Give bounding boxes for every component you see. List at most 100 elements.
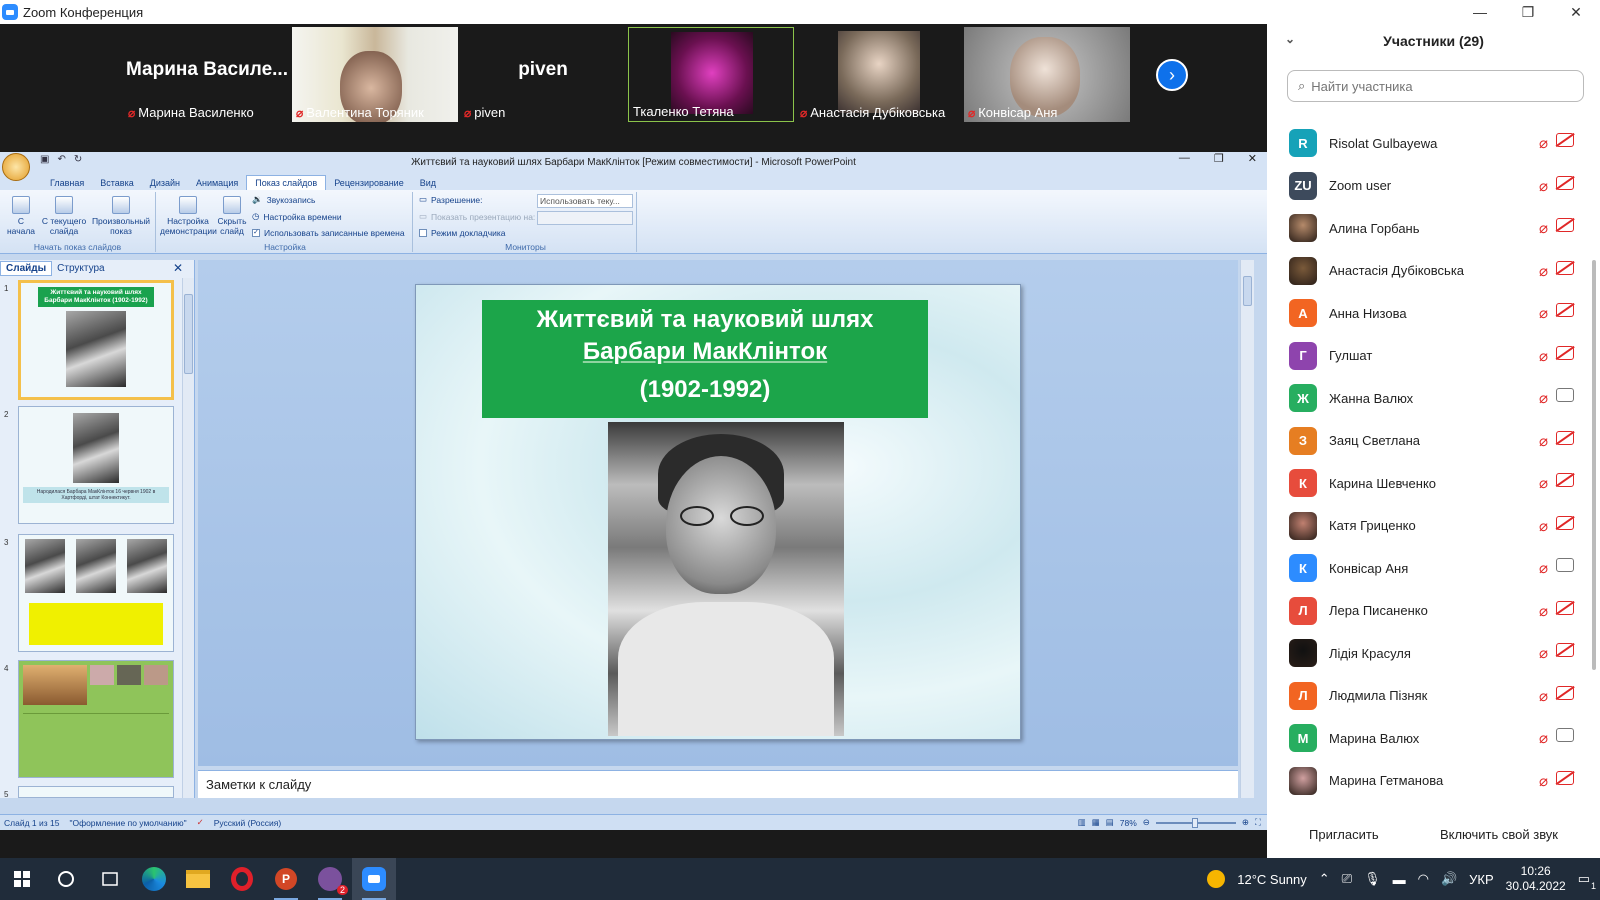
muted-mic-icon[interactable]: ⌀: [1539, 474, 1548, 492]
rehearse-timings-button[interactable]: ◷ Настройка времени: [252, 211, 342, 222]
video-tile[interactable]: piven ⌀ piven: [460, 27, 626, 122]
close-pane-icon[interactable]: ✕: [168, 260, 188, 276]
slide-portrait-photo[interactable]: [608, 422, 844, 736]
video-tile[interactable]: ⌀ Анастасія Дубіковська: [796, 27, 962, 122]
task-view-icon[interactable]: [88, 858, 132, 900]
muted-mic-icon[interactable]: ⌀: [1539, 262, 1548, 280]
participant-row[interactable]: Ж Жанна Валюх ⌀: [1267, 377, 1600, 420]
zoom-out-icon[interactable]: ⊖: [1143, 817, 1150, 828]
muted-mic-icon[interactable]: ⌀: [1539, 559, 1548, 577]
muted-mic-icon[interactable]: ⌀: [1539, 687, 1548, 705]
video-off-icon[interactable]: [1556, 600, 1574, 615]
video-off-icon[interactable]: [1556, 473, 1574, 487]
tab-home[interactable]: Главная: [42, 176, 92, 190]
participant-row[interactable]: З Заяц Светлана ⌀: [1267, 420, 1600, 463]
video-off-icon[interactable]: [1556, 515, 1574, 530]
muted-mic-icon[interactable]: ⌀: [1539, 602, 1548, 620]
notifications-icon[interactable]: ▭ 1: [1578, 871, 1596, 891]
video-tile[interactable]: Марина Василе... ⌀ Марина Василенко: [124, 27, 290, 122]
participant-row[interactable]: Г Гулшат ⌀: [1267, 335, 1600, 378]
participant-row[interactable]: ZU Zoom user ⌀: [1267, 165, 1600, 208]
volume-icon[interactable]: 🔊: [1441, 871, 1457, 887]
tab-view[interactable]: Вид: [412, 176, 444, 190]
participant-row[interactable]: Алина Горбань ⌀: [1267, 207, 1600, 250]
wifi-icon[interactable]: ◠: [1418, 871, 1429, 887]
weather-label[interactable]: 12°C Sunny: [1237, 872, 1307, 887]
video-off-icon[interactable]: [1556, 303, 1574, 317]
setup-show-button[interactable]: Настройка демонстрации: [160, 196, 217, 236]
participant-list-scrollbar[interactable]: [1592, 260, 1596, 670]
video-tile[interactable]: ⌀ Конвісар Аня: [964, 27, 1130, 122]
video-camera-icon[interactable]: [1556, 728, 1574, 742]
tab-outline[interactable]: Структура: [52, 262, 109, 275]
muted-mic-icon[interactable]: ⌀: [1539, 432, 1548, 450]
video-off-icon[interactable]: [1556, 770, 1574, 785]
edge-icon[interactable]: [132, 858, 176, 900]
minimize-button[interactable]: —: [1456, 0, 1504, 24]
muted-mic-icon[interactable]: ⌀: [1539, 347, 1548, 365]
muted-mic-icon[interactable]: ⌀: [1539, 134, 1548, 152]
muted-mic-icon[interactable]: ⌀: [1539, 389, 1548, 407]
muted-mic-icon[interactable]: ⌀: [1539, 729, 1548, 747]
windows-start-icon[interactable]: [0, 858, 44, 900]
custom-show-button[interactable]: Произвольный показ: [90, 196, 152, 236]
tab-slides[interactable]: Слайды: [0, 260, 53, 276]
hide-slide-button[interactable]: Скрыть слайд: [216, 196, 248, 236]
slide-thumbnail-2[interactable]: Народилася Барбара МакКлінток 16 червня …: [18, 406, 174, 524]
zoom-level[interactable]: 78%: [1120, 818, 1137, 828]
tab-slideshow[interactable]: Показ слайдов: [246, 175, 327, 190]
muted-mic-icon[interactable]: ⌀: [1539, 177, 1548, 195]
zoom-in-icon[interactable]: ⊕: [1242, 817, 1249, 828]
search-icon[interactable]: [44, 858, 88, 900]
participant-row[interactable]: Л Лера Писаненко ⌀: [1267, 590, 1600, 633]
meet-now-icon[interactable]: ⎚: [1342, 871, 1352, 887]
unmute-self-button[interactable]: Включить свой звук: [1420, 821, 1578, 848]
clock[interactable]: 10:26 30.04.2022: [1506, 864, 1566, 894]
video-camera-icon[interactable]: [1556, 558, 1574, 572]
current-slide[interactable]: Життєвий та науковий шлях Барбари МакКлі…: [415, 284, 1021, 740]
tab-review[interactable]: Рецензирование: [326, 176, 412, 190]
video-off-icon[interactable]: [1556, 133, 1574, 147]
viber-icon[interactable]: 2: [308, 858, 352, 900]
slide-thumbnail-1[interactable]: Життєвий та науковий шлях Барбари МакКлі…: [18, 280, 174, 400]
participant-row[interactable]: Катя Гриценко ⌀: [1267, 505, 1600, 548]
ppt-close-button[interactable]: ✕: [1248, 152, 1257, 165]
slide-title-banner[interactable]: Життєвий та науковий шлях Барбари МакКлі…: [482, 300, 928, 418]
tray-overflow-icon[interactable]: ⌃: [1319, 871, 1330, 887]
muted-mic-icon[interactable]: ⌀: [1539, 644, 1548, 662]
slideshow-view-icon[interactable]: ▤: [1106, 817, 1114, 828]
presenter-view-checkbox[interactable]: Режим докладчика: [419, 228, 506, 238]
participant-row[interactable]: К Конвісар Аня ⌀: [1267, 547, 1600, 590]
zoom-icon[interactable]: [352, 858, 396, 900]
weather-sun-icon[interactable]: [1207, 870, 1226, 888]
muted-mic-icon[interactable]: ⌀: [1539, 517, 1548, 535]
participant-row[interactable]: R Risolat Gulbayewa ⌀: [1267, 122, 1600, 165]
collapse-chevron-icon[interactable]: ⌄: [1285, 32, 1295, 46]
participant-row[interactable]: Лідія Красуля ⌀: [1267, 632, 1600, 675]
sorter-view-icon[interactable]: ▦: [1092, 817, 1100, 828]
from-current-button[interactable]: С текущего слайда: [40, 196, 88, 236]
video-off-icon[interactable]: [1556, 175, 1574, 190]
fit-window-icon[interactable]: ⛶: [1255, 817, 1261, 828]
restore-button[interactable]: ❐: [1504, 0, 1552, 24]
video-off-icon[interactable]: [1556, 430, 1574, 445]
office-button-icon[interactable]: [2, 153, 30, 181]
slide-thumbnail-3[interactable]: [18, 534, 174, 652]
file-explorer-icon[interactable]: [176, 858, 220, 900]
thumbnails-scrollbar[interactable]: [182, 278, 194, 798]
tab-design[interactable]: Дизайн: [142, 176, 188, 190]
invite-button[interactable]: Пригласить: [1289, 821, 1399, 848]
muted-mic-icon[interactable]: ⌀: [1539, 219, 1548, 237]
slide-notes[interactable]: Заметки к слайду: [198, 770, 1238, 798]
tab-animation[interactable]: Анимация: [188, 176, 246, 190]
microphone-icon[interactable]: 🎙: [1364, 871, 1381, 887]
video-camera-icon[interactable]: [1556, 388, 1574, 402]
close-button[interactable]: ✕: [1552, 0, 1600, 24]
ppt-restore-button[interactable]: ❐: [1214, 152, 1224, 165]
resolution-dropdown[interactable]: Использовать теку...: [537, 194, 633, 208]
video-off-icon[interactable]: [1556, 345, 1574, 360]
slide-thumbnail-5[interactable]: [18, 786, 174, 798]
record-narration-button[interactable]: 🔉 Звукозапись: [252, 194, 315, 205]
participant-row[interactable]: Марина Гетманова ⌀: [1267, 760, 1600, 803]
participant-search-box[interactable]: ⌕: [1287, 70, 1584, 102]
